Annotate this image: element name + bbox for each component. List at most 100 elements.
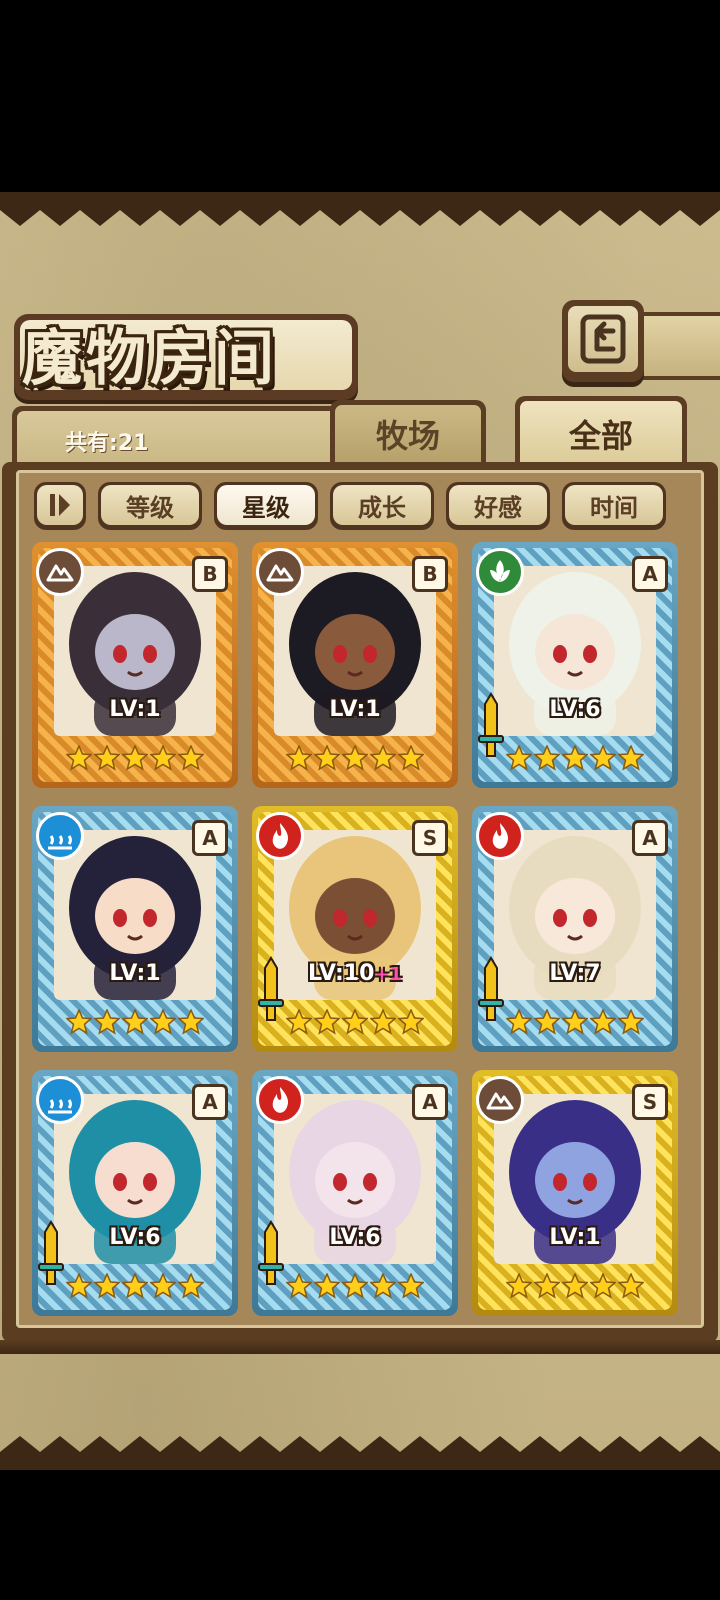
star-icon	[506, 745, 532, 771]
monster-room-panel: 魔物房间 共有:21 牧场 全部 等级 星级 成长 好感 时间 B LV:1 B…	[0, 192, 720, 1470]
monster-card[interactable]: A LV:6	[32, 1070, 238, 1316]
sort-by-time-button[interactable]: 时间	[562, 482, 666, 530]
sort-by-growth-label: 成长	[333, 485, 431, 525]
level-text: LV:6	[329, 1225, 381, 1250]
star-icon	[618, 1009, 644, 1035]
star-icon	[122, 745, 148, 771]
earth-element-icon	[476, 1076, 524, 1124]
level-text: LV:1	[549, 1225, 601, 1250]
star-icon	[618, 745, 644, 771]
star-icon	[590, 1273, 616, 1299]
star-icon	[370, 1009, 396, 1035]
level-text: LV:7	[549, 961, 601, 986]
tab-farm-label: 牧场	[335, 405, 481, 462]
count-bar: 共有:21	[12, 406, 352, 466]
level-text: LV:10	[307, 961, 375, 986]
sort-by-time-label: 时间	[565, 485, 663, 525]
star-icon	[342, 1273, 368, 1299]
rank-badge: S	[412, 820, 448, 856]
monster-level: LV:7	[472, 961, 678, 986]
star-icon	[398, 1273, 424, 1299]
earth-element-icon	[256, 548, 304, 596]
star-icon	[66, 1009, 92, 1035]
sort-toggle-icon	[50, 494, 70, 516]
star-rating	[66, 736, 204, 780]
star-icon	[66, 745, 92, 771]
monster-card[interactable]: A LV:6	[472, 542, 678, 788]
monster-level: LV:1	[32, 697, 238, 722]
star-icon	[342, 745, 368, 771]
star-icon	[618, 1273, 644, 1299]
star-icon	[506, 1009, 532, 1035]
sort-by-affection-button[interactable]: 好感	[446, 482, 550, 530]
fire-element-icon	[476, 812, 524, 860]
monster-card[interactable]: B LV:1	[252, 542, 458, 788]
star-icon	[534, 1273, 560, 1299]
tab-all-label: 全部	[520, 401, 682, 466]
monster-card[interactable]: S LV:1	[472, 1070, 678, 1316]
sort-by-level-button[interactable]: 等级	[98, 482, 202, 530]
bottom-zigzag-border	[0, 1436, 720, 1470]
star-icon	[94, 745, 120, 771]
rank-badge: A	[632, 820, 668, 856]
monster-card[interactable]: A LV:6	[252, 1070, 458, 1316]
star-icon	[178, 1009, 204, 1035]
star-icon	[178, 745, 204, 771]
fire-element-icon	[256, 1076, 304, 1124]
monster-count: 共有:21	[65, 431, 149, 456]
star-rating	[286, 1000, 424, 1044]
monster-card[interactable]: S LV:10+1	[252, 806, 458, 1052]
star-rating	[66, 1000, 204, 1044]
star-icon	[178, 1273, 204, 1299]
star-icon	[122, 1009, 148, 1035]
earth-element-icon	[36, 548, 84, 596]
sort-by-star-button[interactable]: 星级	[214, 482, 318, 530]
top-zigzag-border	[0, 192, 720, 226]
sort-order-toggle[interactable]	[34, 482, 86, 530]
level-bonus: +1	[374, 964, 403, 985]
star-icon	[562, 1273, 588, 1299]
rank-badge: B	[192, 556, 228, 592]
star-icon	[370, 745, 396, 771]
tab-farm[interactable]: 牧场	[330, 400, 486, 462]
level-text: LV:6	[109, 1225, 161, 1250]
water-element-icon	[36, 812, 84, 860]
star-rating	[286, 1264, 424, 1308]
tab-all[interactable]: 全部	[515, 396, 687, 466]
star-icon	[534, 745, 560, 771]
monster-level: LV:1	[32, 961, 238, 986]
star-icon	[150, 745, 176, 771]
star-icon	[94, 1273, 120, 1299]
star-icon	[122, 1273, 148, 1299]
star-icon	[286, 1009, 312, 1035]
star-icon	[398, 745, 424, 771]
back-button[interactable]	[562, 300, 644, 382]
wind-element-icon	[476, 548, 524, 596]
monster-card[interactable]: B LV:1	[32, 542, 238, 788]
rank-badge: S	[632, 1084, 668, 1120]
star-icon	[590, 745, 616, 771]
fire-element-icon	[256, 812, 304, 860]
star-icon	[562, 745, 588, 771]
sort-by-affection-label: 好感	[449, 485, 547, 525]
level-text: LV:6	[549, 697, 601, 722]
monster-card[interactable]: A LV:7	[472, 806, 678, 1052]
star-icon	[398, 1009, 424, 1035]
water-element-icon	[36, 1076, 84, 1124]
sort-by-star-label: 星级	[217, 485, 315, 525]
monster-level: LV:10+1	[252, 961, 458, 986]
star-icon	[506, 1273, 532, 1299]
rank-badge: A	[192, 820, 228, 856]
sort-by-level-label: 等级	[101, 485, 199, 525]
star-icon	[314, 745, 340, 771]
star-icon	[314, 1009, 340, 1035]
star-icon	[66, 1273, 92, 1299]
rank-badge: A	[412, 1084, 448, 1120]
star-rating	[286, 736, 424, 780]
sort-by-growth-button[interactable]: 成长	[330, 482, 434, 530]
monster-level: LV:1	[472, 1225, 678, 1250]
bottom-rail	[0, 1340, 720, 1354]
monster-card[interactable]: A LV:1	[32, 806, 238, 1052]
monster-level: LV:6	[32, 1225, 238, 1250]
level-text: LV:1	[329, 697, 381, 722]
